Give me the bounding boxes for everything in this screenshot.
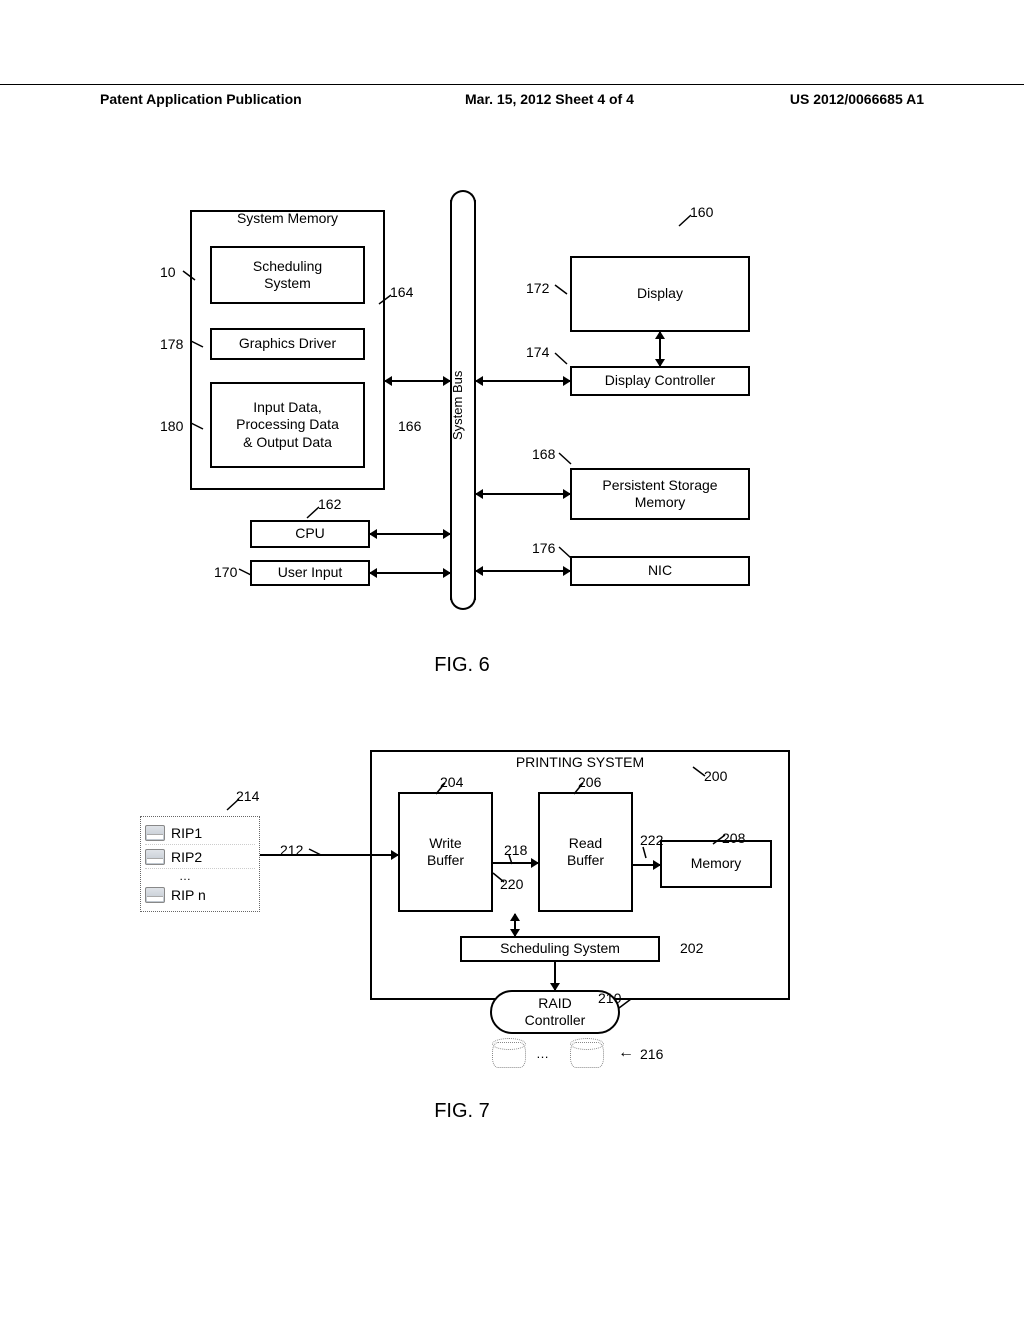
disk-icon [492,1042,526,1068]
ref-176: 176 [532,540,555,556]
conn-bus-nic [476,570,570,572]
conn-bus-pmem [476,493,570,495]
page-header: Patent Application Publication Mar. 15, … [0,84,1024,117]
persistent-storage-box: Persistent Storage Memory [570,468,750,520]
display-label: Display [637,285,683,303]
conn-bus-dispctrl [476,380,570,382]
write-buffer-box: Write Buffer [398,792,493,912]
tick-162 [306,506,320,520]
tick-204 [432,782,446,796]
conn-rbuf-mem [633,864,660,866]
tick-176 [558,546,572,560]
conn-sysmem-bus [385,380,450,382]
display-box: Display [570,256,750,332]
header-publication: Patent Application Publication [100,85,425,107]
disk-dots: … [536,1046,551,1061]
fig6-caption: FIG. 6 [412,654,512,677]
ref-162: 162 [318,496,341,512]
rip-row-n: RIP n [145,883,255,907]
ref-10: 10 [160,264,176,280]
scheduling-system-label: Scheduling System [253,258,322,293]
persistent-storage-label: Persistent Storage Memory [602,477,717,512]
display-controller-box: Display Controller [570,366,750,396]
cpu-box: CPU [250,520,370,548]
figure-6: System Memory Scheduling System Graphics… [150,200,850,640]
system-bus-label: System Bus [450,360,476,450]
nic-box: NIC [570,556,750,586]
user-input-box: User Input [250,560,370,586]
ref-172: 172 [526,280,549,296]
scheduling-system-box: Scheduling System [210,246,365,304]
tick-10 [182,270,196,284]
server-icon [145,849,165,865]
tick-200 [692,764,706,778]
io-data-label: Input Data, Processing Data & Output Dat… [236,399,339,452]
ripn-label: RIP n [171,887,206,903]
ref-164: 164 [390,284,413,300]
tick-160 [678,214,692,228]
graphics-driver-label: Graphics Driver [239,335,336,353]
tick-174 [554,352,568,366]
ref-212: 212 [280,842,303,858]
conn-userinput-bus [370,572,450,574]
fig7-caption: FIG. 7 [412,1100,512,1123]
figure-7: PRINTING SYSTEM Write Buffer Read Buffer… [140,730,860,1080]
tick-164 [378,294,392,308]
tick-218 [502,854,516,868]
tick-222 [636,846,650,860]
tick-178 [190,340,204,354]
tick-172 [554,284,568,298]
tick-170 [238,568,252,582]
ref-160: 160 [690,204,713,220]
tick-168 [558,452,572,466]
server-icon [145,825,165,841]
ref-174: 174 [526,344,549,360]
arrow-216: ← [618,1044,634,1062]
tick-212 [308,848,322,862]
ref-166: 166 [398,418,421,434]
tick-214 [226,798,240,812]
io-data-box: Input Data, Processing Data & Output Dat… [210,382,365,468]
raid-controller-label: RAID Controller [525,995,586,1029]
scheduling-system-label-7: Scheduling System [500,940,620,958]
header-docnum: US 2012/0066685 A1 [674,85,924,107]
write-buffer-label: Write Buffer [427,835,464,870]
disk-icon [570,1042,604,1068]
rip2-label: RIP2 [171,849,202,865]
ref-170: 170 [214,564,237,580]
tick-210 [618,998,632,1012]
header-date-sheet: Mar. 15, 2012 Sheet 4 of 4 [425,85,675,107]
cpu-label: CPU [295,525,325,543]
rip-row-1: RIP1 [145,821,255,845]
rip-dots: … [145,869,255,883]
ref-202: 202 [680,940,703,956]
display-controller-label: Display Controller [605,372,715,390]
user-input-label: User Input [278,564,343,582]
conn-display-ctrl [659,332,661,366]
tick-208 [712,834,726,848]
graphics-driver-box: Graphics Driver [210,328,365,360]
scheduling-system-box-7: Scheduling System [460,936,660,962]
tick-180 [190,422,204,436]
ref-200: 200 [704,768,727,784]
conn-wbuf-sched [514,914,516,936]
ref-216: 216 [640,1046,663,1062]
read-buffer-box: Read Buffer [538,792,633,912]
conn-cpu-bus [370,533,450,535]
nic-label: NIC [648,562,672,580]
ref-180: 180 [160,418,183,434]
server-icon [145,887,165,903]
ref-178: 178 [160,336,183,352]
ref-168: 168 [532,446,555,462]
rip-list: RIP1 RIP2 … RIP n [140,816,260,912]
memory-label: Memory [691,855,742,873]
rip1-label: RIP1 [171,825,202,841]
conn-sched-raid [554,962,556,990]
read-buffer-label: Read Buffer [567,835,604,870]
tick-206 [570,782,584,796]
tick-220 [492,870,506,884]
rip-row-2: RIP2 [145,845,255,869]
system-memory-title: System Memory [190,210,385,238]
